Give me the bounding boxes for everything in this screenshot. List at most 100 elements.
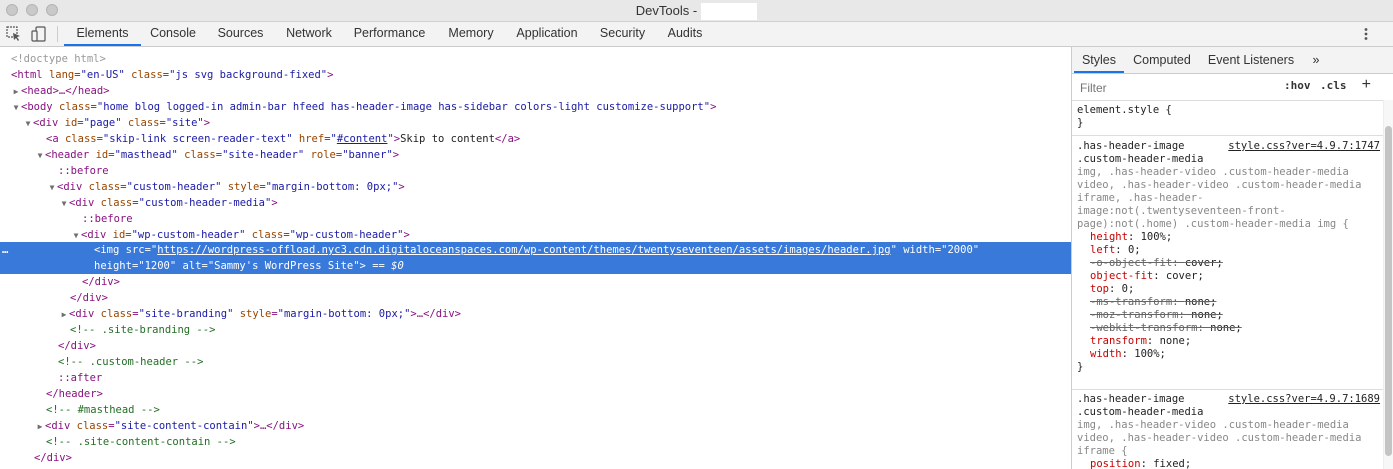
css-property[interactable]: position: fixed; <box>1072 458 1384 469</box>
dom-line-close-div[interactable]: </div> <box>0 338 1071 354</box>
css-property-name[interactable]: -webkit-transform <box>1090 322 1197 334</box>
dom-line-div-page[interactable]: ▼ <div id="page" class="site"> <box>0 115 1071 131</box>
css-property-value[interactable]: none; <box>1160 335 1192 347</box>
collapse-triangle-icon[interactable]: ▼ <box>11 100 21 116</box>
tab-styles[interactable]: Styles <box>1074 47 1124 73</box>
css-property[interactable]: -o-object-fit: cover; <box>1072 257 1384 270</box>
css-property[interactable]: top: 0; <box>1072 283 1384 296</box>
css-property[interactable]: left: 0; <box>1072 244 1384 257</box>
css-property-name[interactable]: -ms-transform <box>1090 296 1172 308</box>
more-actions-dots-icon[interactable]: … <box>0 242 8 258</box>
css-property-value[interactable]: none; <box>1210 322 1242 334</box>
tab-audits[interactable]: Audits <box>656 22 714 46</box>
css-property-name[interactable]: -o-object-fit <box>1090 257 1172 269</box>
tab-console[interactable]: Console <box>141 22 205 46</box>
css-property[interactable]: object-fit: cover; <box>1072 270 1384 283</box>
dom-line-close-div[interactable]: </div> <box>0 290 1071 306</box>
css-property-value[interactable]: cover; <box>1185 257 1223 269</box>
href-link[interactable]: #content <box>337 133 388 145</box>
selector-line[interactable]: img, .has-header-video .custom-header-me… <box>1072 419 1384 432</box>
tab-computed[interactable]: Computed <box>1127 47 1197 73</box>
styles-filter-input[interactable] <box>1078 78 1282 98</box>
expand-triangle-icon[interactable]: ▶ <box>35 419 45 435</box>
selector-line[interactable]: img, .has-header-video .custom-header-me… <box>1072 166 1384 179</box>
dom-line-before[interactable]: ::before <box>0 163 1071 179</box>
css-property-name[interactable]: position <box>1090 458 1141 469</box>
css-property-name[interactable]: left <box>1090 244 1115 256</box>
dom-line-img-selected[interactable]: … <img src="https://wordpress-offload.nyc… <box>0 242 1071 258</box>
element-style-selector[interactable]: element.style { <box>1072 104 1384 117</box>
scrollbar-thumb[interactable] <box>1385 126 1392 456</box>
dom-line-close-div[interactable]: </div> <box>0 274 1071 290</box>
tab-sources[interactable]: Sources <box>205 22 276 46</box>
selector-line[interactable]: iframe, .has-header- <box>1072 192 1384 205</box>
css-property-value[interactable]: none; <box>1191 309 1223 321</box>
dom-line-custom-header-media[interactable]: ▼ <div class="custom-header-media"> <box>0 195 1071 211</box>
more-tabs-chevron-icon[interactable]: » <box>1306 47 1326 73</box>
dom-line-doctype[interactable]: <!doctype html> <box>0 51 1071 67</box>
css-property-name[interactable]: width <box>1090 348 1122 360</box>
dom-line-body[interactable]: ▼ <body class="home blog logged-in admin-… <box>0 99 1071 115</box>
css-property[interactable]: -moz-transform: none; <box>1072 309 1384 322</box>
new-style-rule-icon[interactable]: + <box>1362 76 1371 94</box>
dom-line-comment[interactable]: <!-- #masthead --> <box>0 402 1071 418</box>
expand-triangle-icon[interactable]: ▶ <box>11 84 21 100</box>
dom-line-close-header[interactable]: </header> <box>0 386 1071 402</box>
dom-line-before-2[interactable]: ::before <box>0 211 1071 227</box>
tab-performance[interactable]: Performance <box>342 22 437 46</box>
dom-line-site-content[interactable]: ▶ <div class="site-content-contain">…</di… <box>0 418 1071 434</box>
dom-line-site-branding[interactable]: ▶ <div class="site-branding" style="margi… <box>0 306 1071 322</box>
selector-line[interactable]: video, .has-header-video .custom-header-… <box>1072 179 1384 192</box>
css-property-value[interactable]: cover; <box>1166 270 1204 282</box>
css-property-name[interactable]: object-fit <box>1090 270 1153 282</box>
dom-line-skip-link[interactable]: <a class="skip-link screen-reader-text" … <box>0 131 1071 147</box>
img-src-link[interactable]: https://wordpress-offload.nyc3.cdn.digit… <box>157 244 890 256</box>
tab-elements[interactable]: Elements <box>64 22 141 46</box>
css-property-value[interactable]: 0; <box>1122 283 1135 295</box>
collapse-triangle-icon[interactable]: ▼ <box>59 196 69 212</box>
css-property[interactable]: -ms-transform: none; <box>1072 296 1384 309</box>
selector-line[interactable]: image:not(.twentyseventeen-front- <box>1072 205 1384 218</box>
dom-line-close-div[interactable]: </div> <box>0 450 1071 466</box>
css-property-name[interactable]: height <box>1090 231 1128 243</box>
css-property-name[interactable]: transform <box>1090 335 1147 347</box>
expand-triangle-icon[interactable]: ▶ <box>59 307 69 323</box>
dom-line-after[interactable]: ::after <box>0 370 1071 386</box>
dom-line-comment[interactable]: <!-- .site-content-contain --> <box>0 434 1071 450</box>
css-property-name[interactable]: -moz-transform <box>1090 309 1179 321</box>
selector-line[interactable]: video, .has-header-video .custom-header-… <box>1072 432 1384 445</box>
inspect-element-icon[interactable] <box>5 25 23 43</box>
dom-line-head[interactable]: ▶ <head>…</head> <box>0 83 1071 99</box>
dom-line-html[interactable]: <html lang="en-US" class="js svg backgro… <box>0 67 1071 83</box>
dom-line-header[interactable]: ▼ <header id="masthead" class="site-heade… <box>0 147 1071 163</box>
collapse-triangle-icon[interactable]: ▼ <box>35 148 45 164</box>
style-source-link[interactable]: style.css?ver=4.9.7:1689 <box>1228 393 1380 405</box>
dom-line-img-selected-cont[interactable]: height="1200" alt="Sammy's WordPress Sit… <box>0 258 1071 274</box>
dom-line-wp-custom-header[interactable]: ▼ <div id="wp-custom-header" class="wp-cu… <box>0 227 1071 243</box>
css-property-value[interactable]: 100%; <box>1134 348 1166 360</box>
tab-network[interactable]: Network <box>276 22 342 46</box>
selector-line[interactable]: .custom-header-media <box>1072 406 1384 419</box>
css-property-value[interactable]: 100%; <box>1141 231 1173 243</box>
selector-line[interactable]: .custom-header-media <box>1072 153 1384 166</box>
more-options-icon[interactable] <box>1359 27 1373 41</box>
dom-line-comment[interactable]: <!-- .site-branding --> <box>0 322 1071 338</box>
tab-memory[interactable]: Memory <box>437 22 505 46</box>
tab-security[interactable]: Security <box>589 22 656 46</box>
hover-state-toggle[interactable]: :hov <box>1284 79 1311 92</box>
dom-line-comment[interactable]: <!-- .custom-header --> <box>0 354 1071 370</box>
collapse-triangle-icon[interactable]: ▼ <box>23 116 33 132</box>
collapse-triangle-icon[interactable]: ▼ <box>47 180 57 196</box>
styles-scrollbar[interactable] <box>1383 100 1393 469</box>
tab-application[interactable]: Application <box>505 22 589 46</box>
css-property[interactable]: height: 100%; <box>1072 231 1384 244</box>
css-property-value[interactable]: 0; <box>1128 244 1141 256</box>
css-property-name[interactable]: top <box>1090 283 1109 295</box>
css-property[interactable]: transform: none; <box>1072 335 1384 348</box>
selector-line[interactable]: page):not(.home) .custom-header-media im… <box>1072 218 1384 231</box>
css-property[interactable]: -webkit-transform: none; <box>1072 322 1384 335</box>
css-property-value[interactable]: none; <box>1185 296 1217 308</box>
device-toolbar-icon[interactable] <box>30 25 48 43</box>
css-property-value[interactable]: fixed; <box>1153 458 1191 469</box>
dom-line-custom-header[interactable]: ▼ <div class="custom-header" style="margi… <box>0 179 1071 195</box>
